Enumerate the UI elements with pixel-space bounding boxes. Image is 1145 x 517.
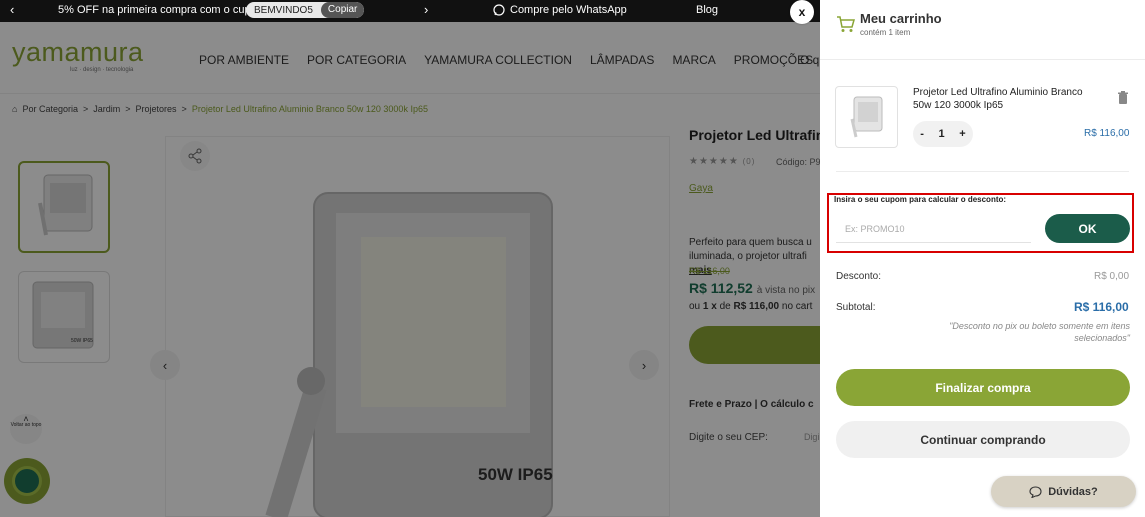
whatsapp-label: Compre pelo WhatsApp: [510, 4, 627, 16]
cart-item-image[interactable]: [835, 86, 898, 148]
apply-coupon-button[interactable]: OK: [1045, 214, 1130, 243]
cart-item-name[interactable]: Projetor Led Ultrafino Aluminio Branco 5…: [913, 86, 1093, 112]
qty-increase-button[interactable]: +: [959, 128, 965, 140]
copy-coupon-button[interactable]: Copiar: [320, 2, 365, 18]
help-button[interactable]: Dúvidas?: [991, 476, 1136, 507]
discount-label: Desconto:: [836, 271, 882, 282]
discount-value: R$ 0,00: [1094, 271, 1130, 282]
coupon-input[interactable]: [836, 215, 1031, 243]
qty-value: 1: [938, 128, 945, 140]
cart-title: Meu carrinho: [860, 11, 942, 26]
qty-decrease-button[interactable]: -: [920, 128, 924, 140]
subtotal-value: R$ 116,00: [1074, 300, 1129, 314]
promo-text: 5% OFF na primeira compra com o cupom: [58, 4, 266, 16]
coupon-code: BEMVINDO5: [254, 4, 313, 16]
modal-backdrop[interactable]: [0, 22, 820, 517]
topbar-prev-arrow[interactable]: ‹: [10, 2, 14, 17]
trash-icon[interactable]: [1117, 91, 1129, 105]
cart-item-price: R$ 116,00: [1084, 128, 1130, 139]
whatsapp-icon: [493, 4, 505, 16]
divider: [836, 171, 1129, 172]
help-label: Dúvidas?: [1048, 485, 1098, 498]
checkout-button[interactable]: Finalizar compra: [836, 369, 1130, 406]
divider: [820, 59, 1145, 60]
topbar-next-arrow[interactable]: ›: [424, 2, 428, 17]
quantity-stepper: - 1 +: [913, 121, 973, 147]
cart-icon: [837, 16, 855, 32]
discount-note: "Desconto no pix ou boleto somente em it…: [949, 321, 1130, 343]
whatsapp-link[interactable]: Compre pelo WhatsApp: [493, 4, 627, 16]
coupon-code-pill[interactable]: BEMVINDO5 Copiar: [246, 2, 365, 18]
continue-shopping-button[interactable]: Continuar comprando: [836, 421, 1130, 458]
cart-item-count: contém 1 item: [860, 28, 911, 37]
subtotal-label: Subtotal:: [836, 302, 876, 313]
blog-link[interactable]: Blog: [696, 4, 718, 16]
floodlight-item-image: [850, 96, 883, 138]
chat-bubble-icon: [1029, 485, 1042, 498]
cart-drawer: Meu carrinho contém 1 item Projetor Led …: [820, 0, 1145, 517]
close-cart-button[interactable]: x: [790, 0, 814, 24]
coupon-label: Insira o seu cupom para calcular o desco…: [834, 195, 1007, 204]
